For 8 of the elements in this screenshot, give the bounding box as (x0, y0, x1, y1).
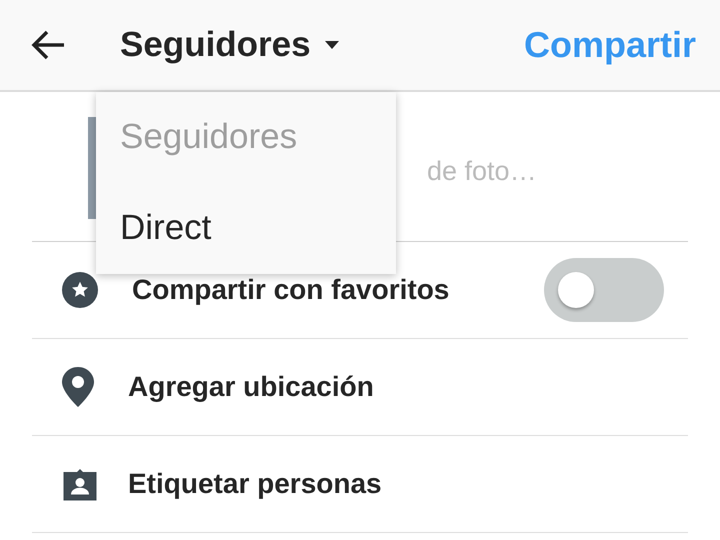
option-label[interactable]: Agregar ubicación (128, 366, 374, 408)
person-tag-icon (62, 466, 98, 502)
menu-item[interactable]: Direct (96, 183, 396, 274)
caret-icon (324, 41, 339, 49)
caption-field[interactable]: de foto… (427, 151, 707, 192)
location-pin-icon (62, 367, 94, 407)
option-label[interactable]: Etiquetar personas (128, 463, 382, 505)
audience-dropdown[interactable]: Seguidores (120, 18, 339, 72)
